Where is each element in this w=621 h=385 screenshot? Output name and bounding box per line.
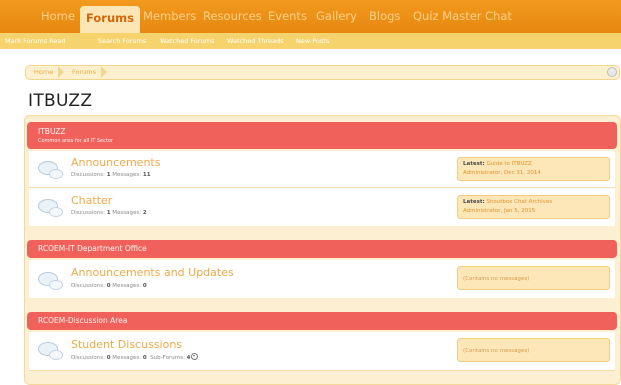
latest-post-box: Latest: Guide to ITBUZZ Administrator, D… <box>457 157 610 181</box>
latest-thread-link[interactable]: Shoutbox Chat Archives <box>486 199 552 205</box>
category-description: Common area for all IT Sector <box>38 138 113 144</box>
latest-label: Latest: <box>463 199 485 205</box>
breadcrumb-home[interactable]: Home <box>34 66 53 79</box>
search-forums-link[interactable]: Search Forums <box>98 33 146 49</box>
mark-forums-read-link[interactable]: Mark Forums Read <box>5 33 66 49</box>
row-divider <box>29 370 615 371</box>
tab-resources[interactable]: Resources <box>203 0 262 33</box>
jump-to-icon[interactable] <box>607 67 617 77</box>
latest-post-box: Latest: Shoutbox Chat Archives Administr… <box>457 195 610 219</box>
forum-stats: Discussions: 0 Messages: 0 <box>71 283 147 289</box>
tab-gallery[interactable]: Gallery <box>316 0 357 33</box>
tab-events[interactable]: Events <box>268 0 307 33</box>
tab-chat[interactable]: Chat <box>485 0 512 33</box>
forum-stats: Discussions: 0 Messages: 0 Sub-Forums: 4 <box>71 353 199 361</box>
latest-author-link[interactable]: Administrator <box>463 170 501 176</box>
forum-title-announcements[interactable]: Announcements <box>71 156 160 169</box>
forum-stats: Discussions: 1 Messages: 11 <box>71 172 151 178</box>
tab-quiz-master[interactable]: Quiz Master <box>413 0 482 33</box>
forum-title-student-discussions[interactable]: Student Discussions <box>71 338 182 351</box>
latest-date: , Jan 5, 2015 <box>500 208 536 214</box>
latest-date: , Dec 31, 2014 <box>500 170 541 176</box>
breadcrumb-separator-icon <box>101 66 107 78</box>
tab-blogs[interactable]: Blogs <box>369 0 400 33</box>
category-title[interactable]: ITBUZZ <box>38 127 66 136</box>
subforums-dropdown-icon[interactable] <box>191 353 199 360</box>
latest-author-link[interactable]: Administrator <box>463 208 501 214</box>
no-messages-text: (Contains no messages) <box>463 276 530 282</box>
category-header-discussion-area[interactable]: RCOEM-Discussion Area <box>27 312 617 330</box>
forum-read-icon-secondary <box>49 207 63 217</box>
breadcrumb-forums[interactable]: Forums <box>72 66 96 79</box>
forum-title-announcements-and-updates[interactable]: Announcements and Updates <box>71 266 234 279</box>
category-header-itbuzz[interactable]: ITBUZZ Common area for all IT Sector <box>27 122 617 149</box>
tab-home[interactable]: Home <box>41 0 75 33</box>
sub-navigation: Mark Forums Read Search Forums Watched F… <box>0 33 621 49</box>
tab-members[interactable]: Members <box>143 0 196 33</box>
page-title: ITBUZZ <box>28 91 93 111</box>
latest-post-box: (Contains no messages) <box>457 266 610 290</box>
latest-post-box: (Contains no messages) <box>457 338 610 362</box>
forum-read-icon-secondary <box>49 169 63 179</box>
forum-stats: Discussions: 1 Messages: 2 <box>71 210 147 216</box>
forum-title-chatter[interactable]: Chatter <box>71 194 112 207</box>
new-posts-link[interactable]: New Posts <box>296 33 329 49</box>
no-messages-text: (Contains no messages) <box>463 348 530 354</box>
latest-label: Latest: <box>463 161 485 167</box>
watched-forums-link[interactable]: Watched Forums <box>160 33 214 49</box>
category-title[interactable]: RCOEM-Discussion Area <box>38 316 127 325</box>
watched-threads-link[interactable]: Watched Threads <box>227 33 284 49</box>
forum-read-icon-secondary <box>49 280 63 290</box>
forum-read-icon-secondary <box>49 350 63 360</box>
latest-thread-link[interactable]: Guide to ITBUZZ <box>486 161 531 167</box>
category-header-it-department[interactable]: RCOEM-IT Department Office <box>27 240 617 258</box>
breadcrumb-separator-icon <box>58 66 64 78</box>
top-navigation: Home Forums Members Resources Events Gal… <box>0 0 621 33</box>
category-title[interactable]: RCOEM-IT Department Office <box>38 244 147 253</box>
tab-forums[interactable]: Forums <box>80 6 140 33</box>
breadcrumb: Home Forums <box>25 65 620 80</box>
